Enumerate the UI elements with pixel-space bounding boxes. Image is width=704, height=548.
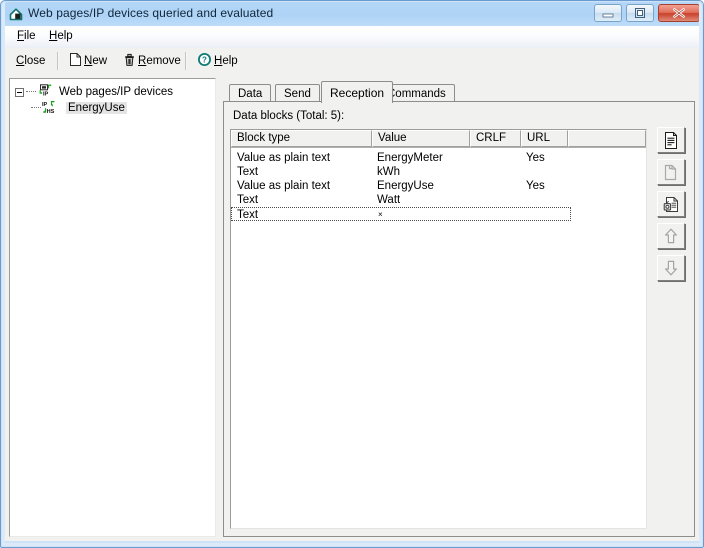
tab-reception-label: Reception <box>330 86 385 100</box>
tab-reception[interactable]: Reception <box>321 81 394 103</box>
application-window: Web pages/IP devices queried and evaluat… <box>0 0 704 548</box>
